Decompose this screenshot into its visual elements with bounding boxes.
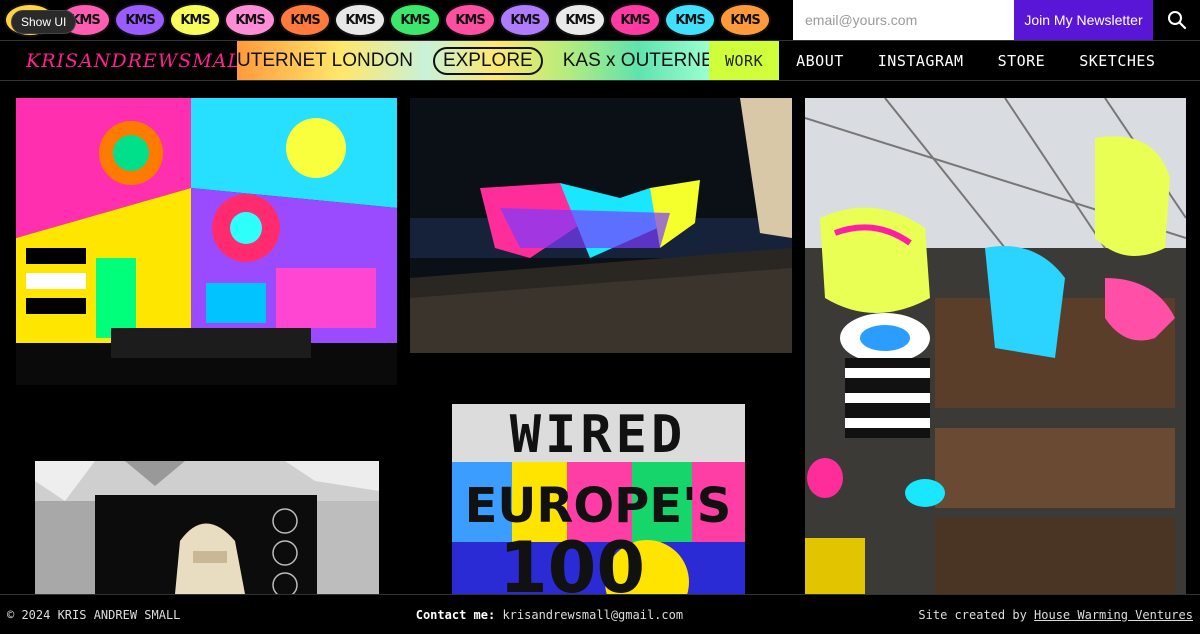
join-newsletter-button[interactable]: Join My Newsletter (1014, 0, 1153, 40)
nav-link-sketches[interactable]: SKETCHES (1062, 41, 1172, 80)
ticker-item: UTERNET LONDON (237, 49, 413, 71)
project-tile-immersive-room[interactable] (16, 98, 397, 385)
nav-links: WORK ABOUT INSTAGRAM STORE SKETCHES (709, 41, 1172, 80)
ticker-item: KAS x OUTERNET (562, 49, 709, 71)
kms-logo-badge: KMS (444, 3, 496, 37)
wired-cover-word: EUROPE'S (465, 478, 732, 534)
nav-link-work[interactable]: WORK (709, 41, 780, 80)
project-tile-mall-sculptures[interactable] (805, 98, 1186, 594)
nav-link-about[interactable]: ABOUT (779, 41, 861, 80)
kms-logo-badge: KMS (169, 3, 221, 37)
ticker-explore-pill[interactable]: EXPLORE (432, 46, 543, 75)
search-icon (1167, 11, 1186, 30)
footer-credit-prefix: Site created by (918, 607, 1027, 622)
wired-masthead-text: WIRED (510, 405, 687, 465)
kms-logo-badge: KMS (554, 3, 606, 37)
top-strip: KMSKMSKMSKMSKMSKMSKMSKMSKMSKMSKMSKMSKMSK… (0, 0, 1200, 40)
footer-credit-link[interactable]: House Warming Ventures (1034, 608, 1193, 622)
site-logo[interactable]: KRISANDREWSMALL (0, 41, 254, 80)
kms-logo-badge: KMS (664, 3, 716, 37)
logo-badge-marquee: KMSKMSKMSKMSKMSKMSKMSKMSKMSKMSKMSKMSKMSK… (0, 0, 793, 40)
kms-logo-badge: KMS (279, 3, 331, 37)
kms-logo-badge: KMS (389, 3, 441, 37)
kms-logo-badge: KMS (719, 3, 771, 37)
footer-credit: Site created by House Warming Ventures (918, 608, 1193, 622)
newsletter-email-input[interactable] (793, 0, 1014, 40)
kms-logo-badge: KMS (114, 3, 166, 37)
kms-logo-badge: KMS (499, 3, 551, 37)
footer-contact: Contact me: krisandrewsmall@gmail.com (416, 608, 683, 622)
search-button[interactable] (1153, 0, 1200, 40)
nav-link-store[interactable]: STORE (981, 41, 1063, 80)
main-nav: KRISANDREWSMALL UTERNET LONDON EXPLORE K… (0, 40, 1200, 81)
footer-contact-label: Contact me: (415, 607, 496, 622)
wired-cover-number: 100 (499, 527, 645, 594)
footer-contact-email[interactable]: krisandrewsmall@gmail.com (502, 608, 683, 622)
news-ticker[interactable]: UTERNET LONDON EXPLORE KAS x OUTERNET (237, 41, 709, 80)
project-tile-hooded-figure[interactable] (35, 461, 379, 594)
kms-logo-badge: KMS (334, 3, 386, 37)
nav-link-instagram[interactable]: INSTAGRAM (861, 41, 981, 80)
site-footer: © 2024 KRIS ANDREW SMALL Contact me: kri… (0, 594, 1200, 634)
kms-logo-badge: KMS (224, 3, 276, 37)
show-ui-button[interactable]: Show UI (11, 10, 77, 34)
project-tile-opera-house[interactable] (410, 98, 792, 353)
project-tile-wired-cover[interactable]: WIRED EUROPE'S 100 (452, 404, 745, 594)
kms-logo-badge: KMS (609, 3, 661, 37)
footer-copyright: © 2024 KRIS ANDREW SMALL (7, 607, 181, 622)
